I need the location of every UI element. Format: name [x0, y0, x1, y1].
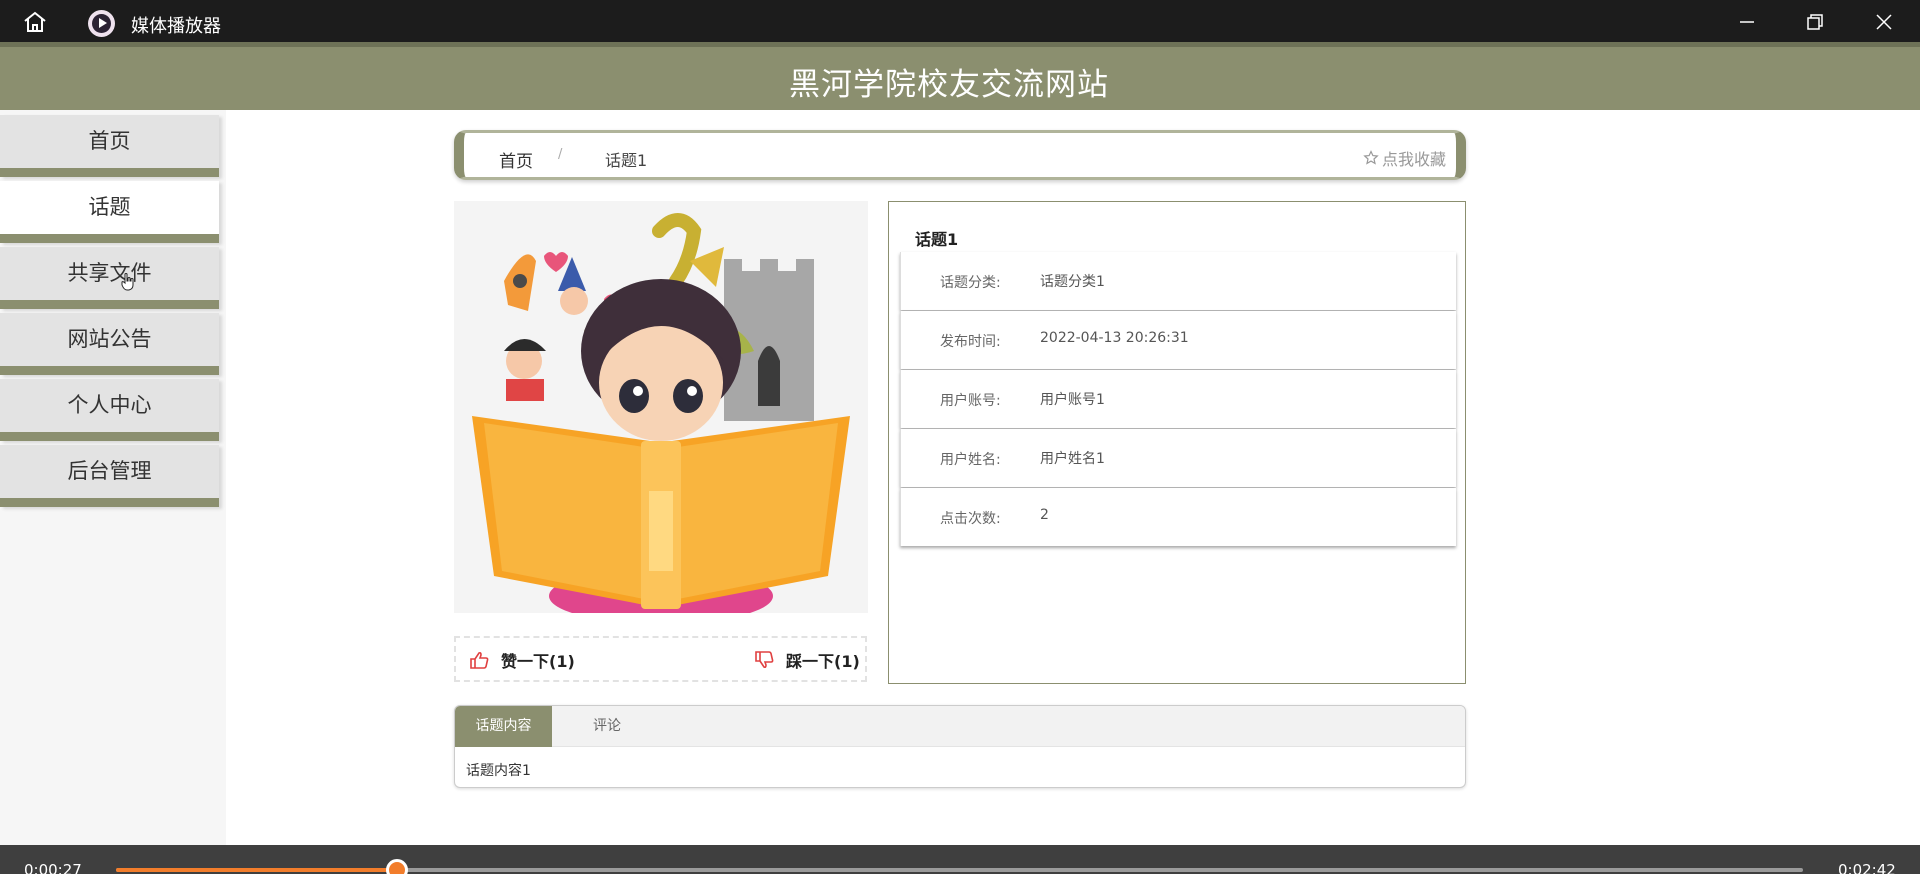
detail-value: 话题分类1 [1040, 274, 1105, 290]
topic-content-text: 话题内容1 [466, 763, 531, 779]
detail-value: 用户姓名1 [1040, 451, 1105, 467]
content-tabs: 话题内容 评论 话题内容1 [454, 705, 1466, 788]
like-label: 赞一下(1) [501, 652, 575, 671]
seek-thumb[interactable] [386, 859, 409, 874]
topic-illustration [454, 201, 868, 613]
hand-cursor-icon [121, 273, 134, 291]
like-button[interactable]: 赞一下(1) [469, 648, 575, 672]
sidebar-item-admin[interactable]: 后台管理 [0, 445, 219, 507]
media-control-bar: 0:00:27 0:02:42 [0, 845, 1920, 874]
thumbs-up-icon [470, 651, 489, 669]
detail-row-user-account: 用户账号: 用户账号1 [900, 370, 1456, 428]
favorite-button[interactable]: 点我收藏 [1363, 146, 1446, 170]
detail-row-click-count: 点击次数: 2 [900, 488, 1456, 546]
sidebar-item-topics[interactable]: 话题 [0, 181, 219, 243]
detail-label: 发布时间: [940, 334, 1001, 350]
sidebar: 首页 话题 共享文件 网站公告 个人中心 后台管理 [0, 110, 226, 845]
seek-bar-progress [116, 868, 398, 872]
favorite-label: 点我收藏 [1381, 150, 1446, 169]
current-time: 0:00:27 [24, 861, 82, 874]
detail-label: 用户姓名: [940, 452, 1001, 468]
window-title: 媒体播放器 [131, 16, 221, 37]
detail-label: 点击次数: [940, 511, 1001, 527]
detail-label: 话题分类: [940, 275, 1001, 291]
restore-icon[interactable] [1804, 11, 1826, 33]
sidebar-item-home[interactable]: 首页 [0, 115, 219, 177]
girl-reading-book-illustration [454, 201, 868, 613]
site-title: 黑河学院校友交流网站 [789, 67, 1109, 103]
tab-header: 话题内容 评论 [455, 706, 1465, 747]
site-header: 黑河学院校友交流网站 [0, 42, 1920, 110]
minimize-icon[interactable] [1736, 11, 1758, 33]
sidebar-item-announcements[interactable]: 网站公告 [0, 313, 219, 375]
topic-title: 话题1 [915, 230, 959, 249]
vote-bar: 赞一下(1) 踩一下(1) [454, 636, 867, 682]
sidebar-item-personal-center[interactable]: 个人中心 [0, 379, 219, 441]
tab-topic-content[interactable]: 话题内容 [455, 706, 552, 747]
dislike-label: 踩一下(1) [786, 652, 860, 671]
breadcrumb-separator: / [558, 147, 563, 162]
breadcrumb-home-link[interactable]: 首页 [499, 147, 533, 172]
detail-value: 2022-04-13 20:26:31 [1040, 330, 1189, 346]
home-icon[interactable] [22, 11, 48, 33]
topic-detail-panel: 话题1 话题分类: 话题分类1 发布时间: 2022-04-13 20:26:3… [888, 201, 1466, 684]
seek-bar[interactable] [116, 859, 1803, 874]
detail-value: 2 [1040, 507, 1049, 523]
detail-label: 用户账号: [940, 393, 1001, 409]
dislike-button[interactable]: 踩一下(1) [754, 648, 860, 672]
detail-row-category: 话题分类: 话题分类1 [900, 252, 1456, 310]
play-icon [88, 10, 115, 37]
window-titlebar: 媒体播放器 [0, 0, 1920, 42]
detail-row-publish-time: 发布时间: 2022-04-13 20:26:31 [900, 311, 1456, 369]
tab-comments[interactable]: 评论 [552, 706, 662, 747]
thumbs-down-icon [755, 651, 774, 669]
detail-row-user-name: 用户姓名: 用户姓名1 [900, 429, 1456, 487]
detail-value: 用户账号1 [1040, 392, 1105, 408]
breadcrumb-current: 话题1 [605, 151, 648, 170]
sidebar-item-shared-files[interactable]: 共享文件 [0, 247, 219, 309]
total-time: 0:02:42 [1838, 861, 1896, 874]
close-icon[interactable] [1873, 11, 1895, 33]
star-icon [1363, 150, 1379, 165]
breadcrumb: 首页 / 话题1 点我收藏 [454, 130, 1466, 180]
